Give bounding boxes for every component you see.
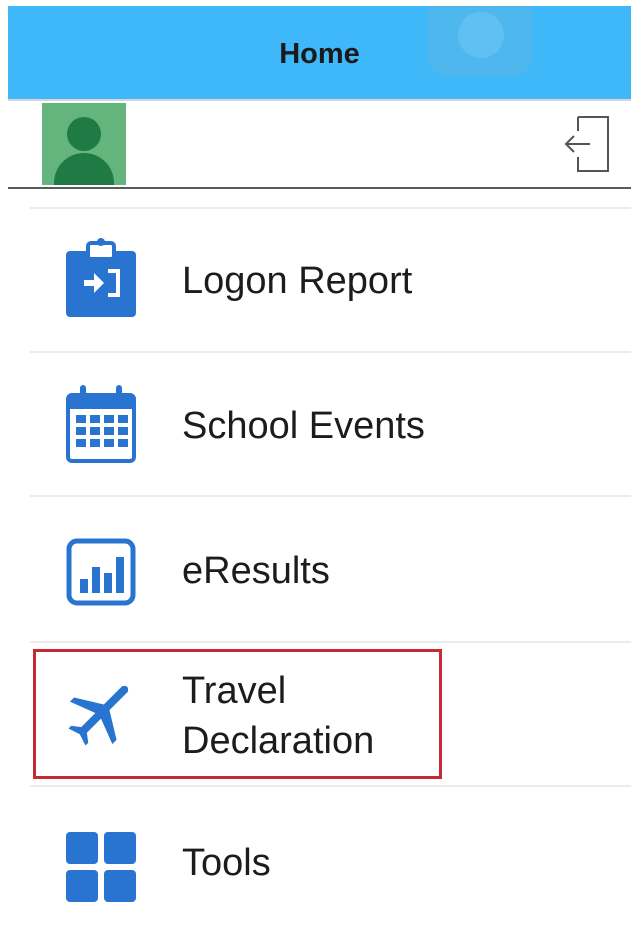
navigation-bar: Home (8, 6, 631, 99)
menu-item-logon-report[interactable]: Logon Report (30, 209, 631, 351)
highlight-box (33, 649, 442, 779)
calendar-icon (66, 385, 136, 463)
menu-item-label: Tools (182, 842, 271, 884)
bar-chart-icon (66, 538, 136, 606)
profile-divider (8, 187, 631, 189)
menu-item-label: eResults (182, 550, 330, 592)
logout-icon[interactable] (560, 115, 612, 173)
page-title: Home (279, 38, 360, 70)
clipboard-login-icon (66, 238, 136, 317)
user-avatar-icon[interactable] (42, 103, 126, 185)
menu-item-school-events[interactable]: School Events (30, 353, 631, 495)
profile-bar (8, 101, 631, 187)
menu-item-label: Logon Report (182, 260, 413, 302)
menu-item-label: School Events (182, 405, 425, 447)
menu-item-tools[interactable]: Tools (30, 787, 631, 930)
home-screen: Home Logon Report School Events eResults… (0, 0, 631, 930)
menu-item-eresults[interactable]: eResults (30, 497, 631, 641)
grid-tiles-icon (66, 832, 136, 902)
